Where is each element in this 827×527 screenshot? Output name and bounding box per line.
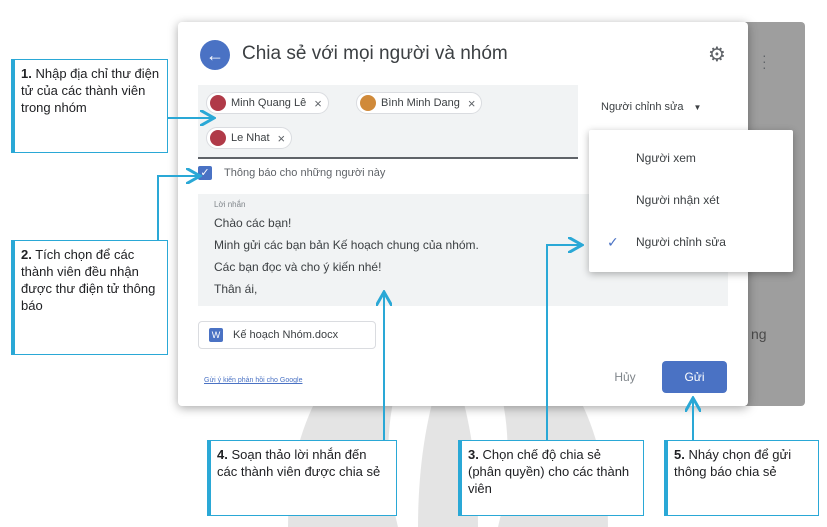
arrow-3 xyxy=(546,245,580,440)
arrow-2 xyxy=(157,176,198,240)
callout-arrows xyxy=(157,0,827,440)
